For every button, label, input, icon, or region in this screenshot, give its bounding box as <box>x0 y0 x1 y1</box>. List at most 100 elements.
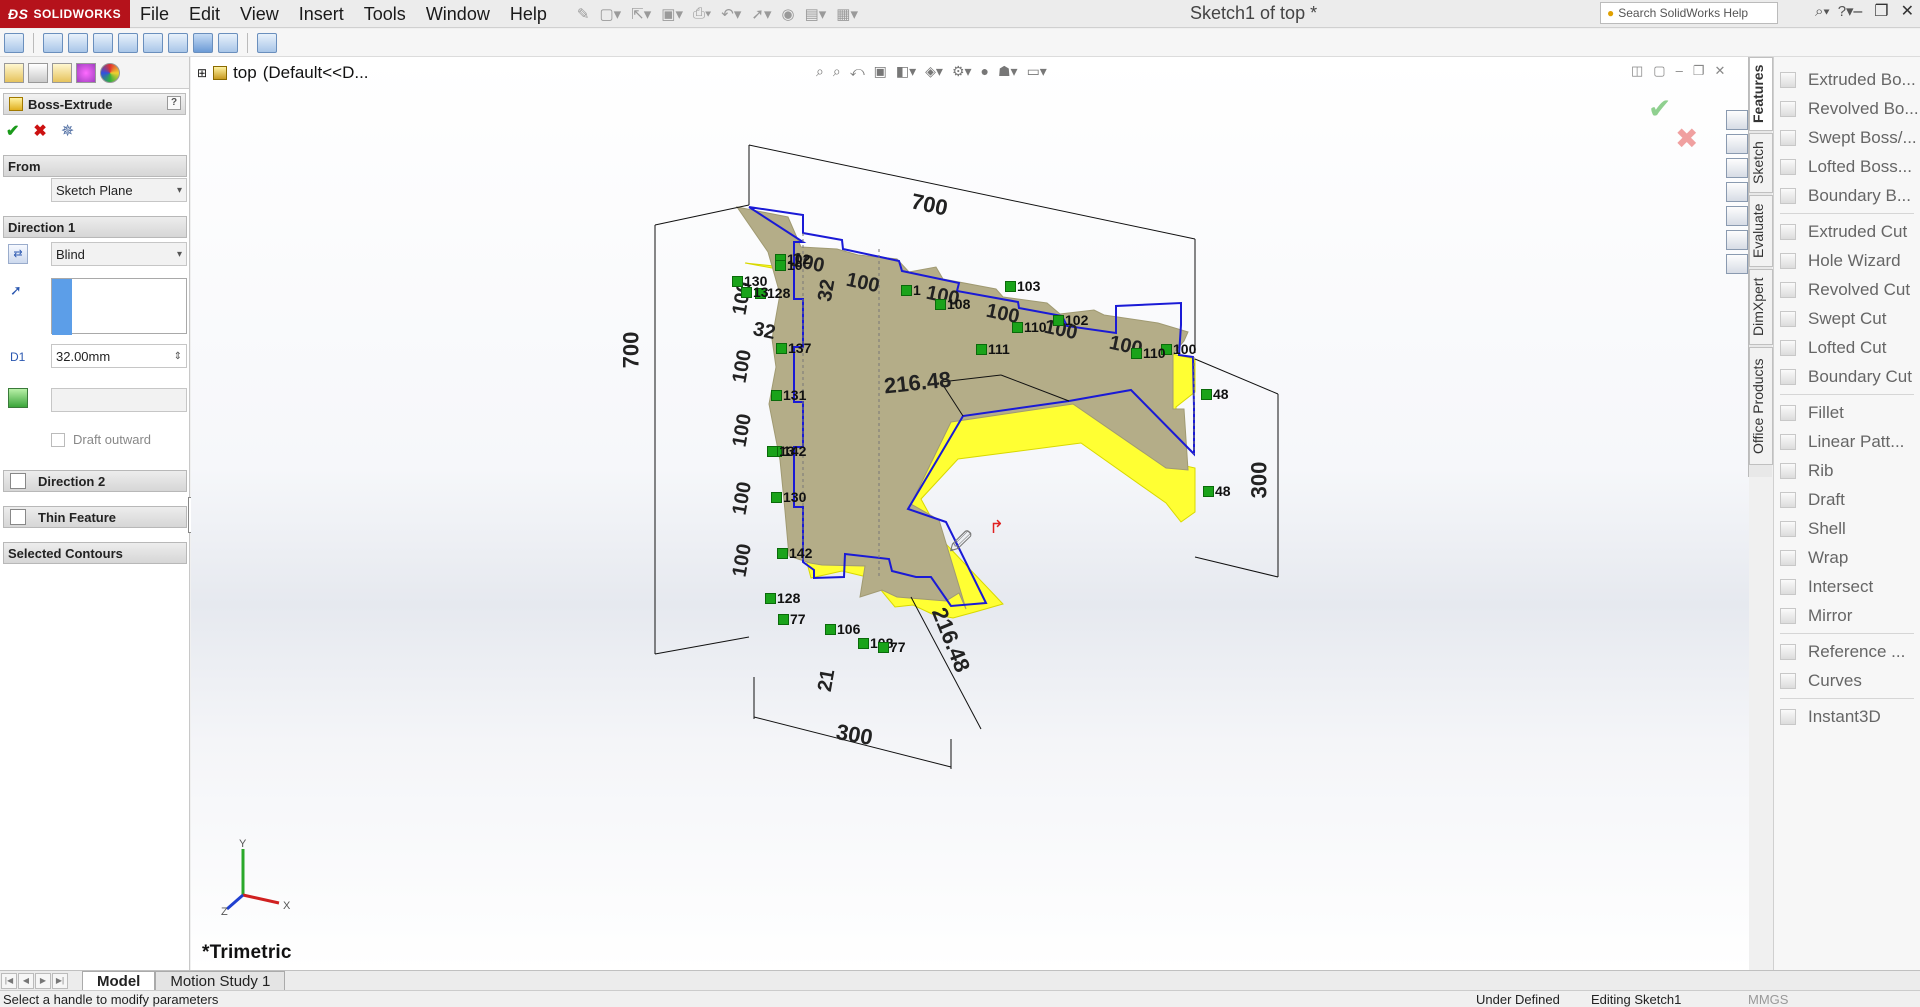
close-icon[interactable]: ✕ <box>1901 0 1914 24</box>
help-icon[interactable]: ?▾ <box>1838 0 1854 24</box>
dimxpert-manager-tab-icon[interactable] <box>76 62 96 83</box>
direction2-checkbox[interactable] <box>10 473 26 489</box>
command-mirror[interactable]: Mirror <box>1774 601 1920 630</box>
back-view-icon[interactable] <box>68 32 88 53</box>
isometric-view-icon[interactable] <box>193 32 213 53</box>
command-extruded-cut[interactable]: Extruded Cut <box>1774 217 1920 246</box>
graphics-area[interactable]: ⊞ top (Default<<D... ⌕ ⌕ ⤺ ▣ ◧▾ ◈▾ ⚙▾ ● … <box>191 57 1749 970</box>
tab-sketch[interactable]: Sketch <box>1749 133 1773 193</box>
relation-marker[interactable]: 77 <box>778 611 806 627</box>
dimension-label[interactable]: 300 <box>1246 462 1272 499</box>
relation-marker[interactable]: 137 <box>776 340 811 356</box>
relation-marker[interactable]: 10 <box>775 257 803 273</box>
from-group-header[interactable]: From <box>3 155 187 177</box>
file-explorer-icon[interactable] <box>1726 182 1748 202</box>
command-shell[interactable]: Shell <box>1774 514 1920 543</box>
menu-insert[interactable]: Insert <box>289 0 354 28</box>
end-condition-select[interactable]: Blind ▾ <box>51 242 187 266</box>
cancel-x-icon[interactable]: ✖ <box>33 121 46 141</box>
thin-feature-checkbox[interactable] <box>10 509 26 525</box>
relation-marker[interactable]: 128 <box>765 590 800 606</box>
relation-marker[interactable]: 13 <box>767 443 795 459</box>
depth-input[interactable]: 32.00mm ⇕ <box>51 344 187 368</box>
dimension-label[interactable]: 32 <box>814 278 841 304</box>
command-wrap[interactable]: Wrap <box>1774 543 1920 572</box>
command-boundary-cut[interactable]: Boundary Cut <box>1774 362 1920 391</box>
menu-tools[interactable]: Tools <box>354 0 416 28</box>
display-manager-tab-icon[interactable] <box>100 62 120 83</box>
relation-marker[interactable]: 111 <box>976 341 1010 357</box>
new-icon[interactable]: ▢▾ <box>599 5 621 23</box>
appearances-icon[interactable] <box>1726 230 1748 250</box>
relation-marker[interactable]: 106 <box>825 621 860 637</box>
open-icon[interactable]: ⇱▾ <box>631 5 651 23</box>
last-tab-icon[interactable]: ▶| <box>52 972 68 989</box>
relation-marker[interactable]: 100 <box>1161 341 1196 357</box>
menu-window[interactable]: Window <box>416 0 500 28</box>
from-select[interactable]: Sketch Plane ▾ <box>51 178 187 202</box>
rebuild-icon[interactable]: ◉ <box>782 5 795 23</box>
options-icon[interactable]: ▦▾ <box>836 5 858 23</box>
menu-view[interactable]: View <box>230 0 289 28</box>
save-icon[interactable]: ▣▾ <box>661 5 683 23</box>
command-boundary-boss[interactable]: Boundary B... <box>1774 181 1920 210</box>
search-help-input[interactable]: ● Search SolidWorks Help <box>1600 2 1778 24</box>
help-button[interactable]: ? <box>167 96 181 110</box>
command-hole-wizard[interactable]: Hole Wizard <box>1774 246 1920 275</box>
detailed-preview-icon[interactable]: ✵ <box>61 121 74 141</box>
trimetric-view-icon[interactable] <box>218 32 238 53</box>
custom-properties-icon[interactable] <box>1726 254 1748 274</box>
restore-icon[interactable]: ❐ <box>1874 0 1888 24</box>
relation-marker[interactable]: 103 <box>1005 278 1040 294</box>
relation-marker[interactable]: 13 <box>741 284 769 300</box>
top-view-icon[interactable] <box>143 32 163 53</box>
direction-selection-box[interactable] <box>51 278 187 335</box>
command-instant3d[interactable]: Instant3D <box>1774 702 1920 731</box>
command-draft[interactable]: Draft <box>1774 485 1920 514</box>
solidworks-logo[interactable]: ƉS SOLIDWORKS <box>0 0 130 28</box>
command-linear-pattern[interactable]: Linear Patt... <box>1774 427 1920 456</box>
command-rib[interactable]: Rib <box>1774 456 1920 485</box>
home-icon[interactable] <box>1726 134 1748 154</box>
relation-marker[interactable]: 77 <box>878 639 906 655</box>
draft-toggle-icon[interactable] <box>8 388 28 408</box>
feature-manager-tab-icon[interactable] <box>4 62 24 83</box>
command-swept-cut[interactable]: Swept Cut <box>1774 304 1920 333</box>
right-view-icon[interactable] <box>118 32 138 53</box>
units-indicator[interactable]: MMGS <box>1748 992 1788 1007</box>
command-revolved-boss[interactable]: Revolved Bo... <box>1774 94 1920 123</box>
file-properties-icon[interactable]: ▤▾ <box>805 5 827 23</box>
direction2-group-header[interactable]: Direction 2 <box>3 470 187 492</box>
undo-icon[interactable]: ↶▾ <box>721 5 741 23</box>
command-extruded-boss[interactable]: Extruded Bo... <box>1774 65 1920 94</box>
command-reference-geometry[interactable]: Reference ... <box>1774 637 1920 666</box>
command-fillet[interactable]: Fillet <box>1774 398 1920 427</box>
tab-office-products[interactable]: Office Products <box>1749 347 1773 465</box>
relation-marker[interactable]: 110 <box>1012 319 1047 335</box>
prev-tab-icon[interactable]: ◀ <box>18 972 34 989</box>
checkbox[interactable] <box>51 432 65 447</box>
next-tab-icon[interactable]: ▶ <box>35 972 51 989</box>
menu-edit[interactable]: Edit <box>179 0 230 28</box>
relation-marker[interactable]: 48 <box>1201 386 1229 402</box>
solidworks-resources-icon[interactable] <box>1726 110 1748 130</box>
search-icon[interactable]: ⌕▾ <box>1815 0 1830 24</box>
direction1-group-header[interactable]: Direction 1 <box>3 216 187 238</box>
relation-marker[interactable]: 110 <box>1131 345 1166 361</box>
left-view-icon[interactable] <box>93 32 113 53</box>
selected-contours-group-header[interactable]: Selected Contours <box>3 542 187 564</box>
command-lofted-cut[interactable]: Lofted Cut <box>1774 333 1920 362</box>
relation-marker[interactable]: 48 <box>1203 483 1231 499</box>
property-manager-tab-icon[interactable] <box>28 62 48 83</box>
ok-check-icon[interactable]: ✔ <box>6 121 19 141</box>
pin-icon[interactable]: ✎ <box>577 5 590 23</box>
tab-dimxpert[interactable]: DimXpert <box>1749 269 1773 345</box>
menu-file[interactable]: File <box>130 0 179 28</box>
design-library-icon[interactable] <box>1726 158 1748 178</box>
dimension-label[interactable]: 32 <box>751 318 777 345</box>
bottom-view-icon[interactable] <box>168 32 188 53</box>
command-swept-boss[interactable]: Swept Boss/... <box>1774 123 1920 152</box>
configuration-manager-tab-icon[interactable] <box>52 62 72 83</box>
relation-marker[interactable]: 1 <box>901 282 921 298</box>
link-view-icon[interactable] <box>257 32 277 53</box>
